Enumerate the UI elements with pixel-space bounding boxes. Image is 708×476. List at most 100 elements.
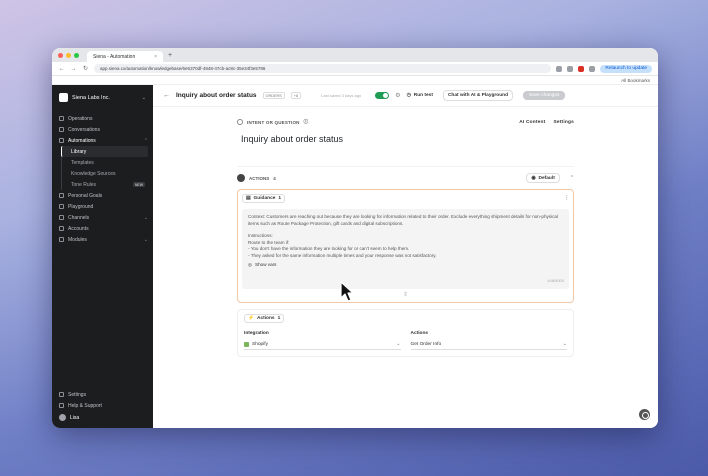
back-arrow-icon[interactable]: ← bbox=[163, 92, 170, 99]
sidebar-item-personal-goals[interactable]: Personal Goals bbox=[57, 190, 148, 201]
chevron-down-icon: ⌄ bbox=[143, 214, 148, 221]
chevron-up-icon[interactable]: ⌃ bbox=[570, 175, 574, 181]
sidebar-item-label: Templates bbox=[71, 159, 94, 166]
actions-header: ACTIONS 4 ◉ Default ⌃ bbox=[237, 173, 574, 183]
back-arrow-icon[interactable]: ← bbox=[58, 66, 65, 72]
reload-icon[interactable]: ↻ bbox=[82, 65, 89, 72]
maximize-window-button[interactable] bbox=[74, 52, 79, 58]
user-menu[interactable]: Lisa bbox=[57, 411, 148, 424]
actions-icon bbox=[237, 174, 245, 182]
mouse-cursor-icon bbox=[340, 281, 354, 302]
playground-icon bbox=[59, 204, 64, 209]
gear-icon bbox=[59, 392, 64, 397]
show-vars-toggle[interactable]: ◎ Show vars bbox=[248, 262, 563, 269]
minimize-window-button[interactable] bbox=[66, 52, 71, 58]
org-switcher[interactable]: Siena Labs Inc. ⌄ bbox=[57, 90, 148, 105]
save-changes-button[interactable]: Save changes bbox=[523, 91, 566, 100]
automations-icon bbox=[59, 138, 64, 143]
org-logo bbox=[59, 93, 68, 102]
ai-content-button[interactable]: AI Content bbox=[519, 120, 545, 125]
run-test-button[interactable]: ◷ Run test bbox=[407, 93, 433, 98]
sidebar-item-accounts[interactable]: Accounts bbox=[57, 223, 148, 234]
sidebar-item-conversations[interactable]: Conversations bbox=[57, 124, 148, 135]
integration-label: Integration bbox=[244, 331, 269, 336]
new-tab-icon[interactable]: + bbox=[168, 52, 172, 59]
info-icon[interactable]: ⓘ bbox=[304, 119, 309, 125]
guidance-header: ▤ Guidance 1 ⋮ bbox=[242, 194, 569, 203]
action-fields: Integration Shopify ⌄ Actions Get Order … bbox=[244, 331, 567, 350]
chevron-down-icon: ⌄ bbox=[562, 341, 567, 347]
url-field[interactable]: app.siena.cx/automation/knowledgebase/6e… bbox=[94, 64, 552, 73]
sidebar-item-label: Knowledge Sources bbox=[71, 170, 116, 177]
guidance-textarea[interactable]: Context: Customers are reaching out beca… bbox=[242, 209, 569, 289]
chat-playground-button[interactable]: Chat with AI & Playground bbox=[442, 90, 514, 101]
sidebar-item-modules[interactable]: Modules ⌄ bbox=[57, 234, 148, 245]
guidance-context: Context: Customers are reaching out beca… bbox=[248, 214, 558, 226]
integration-field: Integration Shopify ⌄ bbox=[244, 331, 401, 350]
sidebar-item-operations[interactable]: Operations bbox=[57, 113, 148, 124]
sidebar-item-templates[interactable]: Templates bbox=[61, 157, 148, 168]
actions-card[interactable]: ⚡ Actions 1 Integration Shopify ⌄ Action… bbox=[237, 309, 574, 357]
guidance-icon: ▤ bbox=[246, 196, 251, 201]
more-options-icon[interactable]: ⋮ bbox=[564, 196, 569, 201]
relaunch-button[interactable]: Relaunch to update bbox=[600, 64, 652, 73]
sidebar-item-channels[interactable]: Channels ⌄ bbox=[57, 212, 148, 223]
page-header: ← Inquiry about order status ORDERS +8 L… bbox=[153, 85, 658, 107]
run-test-label: Run test bbox=[413, 93, 433, 98]
sidebar-bottom: Settings Help & Support Lisa bbox=[57, 389, 148, 424]
sidebar-item-library[interactable]: Library bbox=[61, 146, 148, 157]
extension-icon[interactable] bbox=[578, 65, 585, 72]
sidebar-item-help[interactable]: Help & Support bbox=[57, 400, 148, 411]
actions-tab[interactable]: ⚡ Actions 1 bbox=[244, 314, 285, 323]
integration-value: Shopify bbox=[252, 341, 268, 347]
sidebar-item-label: Modules bbox=[68, 236, 87, 243]
tag-pill[interactable]: ORDERS bbox=[262, 92, 285, 99]
actions-field-label: Actions bbox=[410, 331, 429, 336]
tab-title: Siena - Automation bbox=[93, 53, 136, 60]
guidance-line: - They asked for the same information mu… bbox=[248, 252, 437, 258]
guidance-instructions-title: Instructions: bbox=[248, 233, 273, 239]
sidebar: Siena Labs Inc. ⌄ Operations Conversatio… bbox=[52, 85, 153, 428]
operations-icon bbox=[59, 116, 64, 121]
channels-icon bbox=[59, 215, 64, 220]
extension-icon[interactable] bbox=[556, 65, 563, 72]
guidance-tab-count: 1 bbox=[278, 196, 282, 201]
chevron-down-icon: ⌄ bbox=[141, 94, 146, 101]
window-controls bbox=[58, 52, 79, 58]
sidebar-item-tone-rules[interactable]: Tone Rules NEW bbox=[61, 179, 148, 190]
integration-select[interactable]: Shopify ⌄ bbox=[244, 339, 401, 350]
default-label: Default bbox=[538, 175, 555, 181]
browser-tab[interactable]: Siena - Automation × bbox=[87, 51, 163, 62]
resize-handle-icon[interactable]: ⇕ bbox=[242, 291, 569, 298]
active-toggle[interactable] bbox=[375, 92, 390, 99]
sidebar-item-knowledge-sources[interactable]: Knowledge Sources bbox=[61, 168, 148, 179]
close-window-button[interactable] bbox=[58, 52, 63, 58]
default-button[interactable]: ◉ Default bbox=[526, 173, 560, 183]
bookmark-star-icon[interactable] bbox=[567, 65, 574, 72]
sidebar-item-label: Channels bbox=[68, 214, 90, 221]
actions-value: Get Order Info bbox=[410, 341, 442, 347]
profile-icon[interactable] bbox=[589, 65, 596, 72]
url-text: app.siena.cx/automation/knowledgebase/6e… bbox=[100, 66, 266, 71]
guidance-tab[interactable]: ▤ Guidance 1 bbox=[242, 194, 286, 203]
forward-arrow-icon[interactable]: → bbox=[70, 66, 77, 72]
all-bookmarks-link[interactable]: All Bookmarks bbox=[621, 78, 650, 83]
actions-select[interactable]: Get Order Info ⌄ bbox=[410, 339, 567, 350]
settings-button[interactable]: Settings bbox=[553, 120, 574, 125]
new-badge: NEW bbox=[132, 182, 145, 187]
sidebar-item-label: Automations bbox=[68, 137, 96, 144]
sidebar-item-playground[interactable]: Playground bbox=[57, 201, 148, 212]
guidance-card[interactable]: ▤ Guidance 1 ⋮ Context: Customers are re… bbox=[237, 189, 574, 303]
editor: INTENT OR QUESTION ⓘ AI Content Settings… bbox=[153, 107, 658, 357]
help-chat-button[interactable] bbox=[639, 409, 650, 420]
gear-icon[interactable]: ⚙ bbox=[395, 92, 400, 99]
user-name: Lisa bbox=[70, 414, 80, 421]
sidebar-item-settings[interactable]: Settings bbox=[57, 389, 148, 400]
actions-tab-label: Actions bbox=[256, 316, 275, 321]
close-tab-icon[interactable]: × bbox=[154, 54, 157, 60]
intent-question[interactable]: Inquiry about order status bbox=[241, 134, 574, 144]
sidebar-item-automations[interactable]: Automations ⌃ bbox=[57, 135, 148, 146]
sidebar-item-label: Conversations bbox=[68, 126, 100, 133]
browser-window: Siena - Automation × + ← → ↻ app.siena.c… bbox=[52, 48, 658, 428]
tag-count-pill[interactable]: +8 bbox=[290, 92, 302, 99]
